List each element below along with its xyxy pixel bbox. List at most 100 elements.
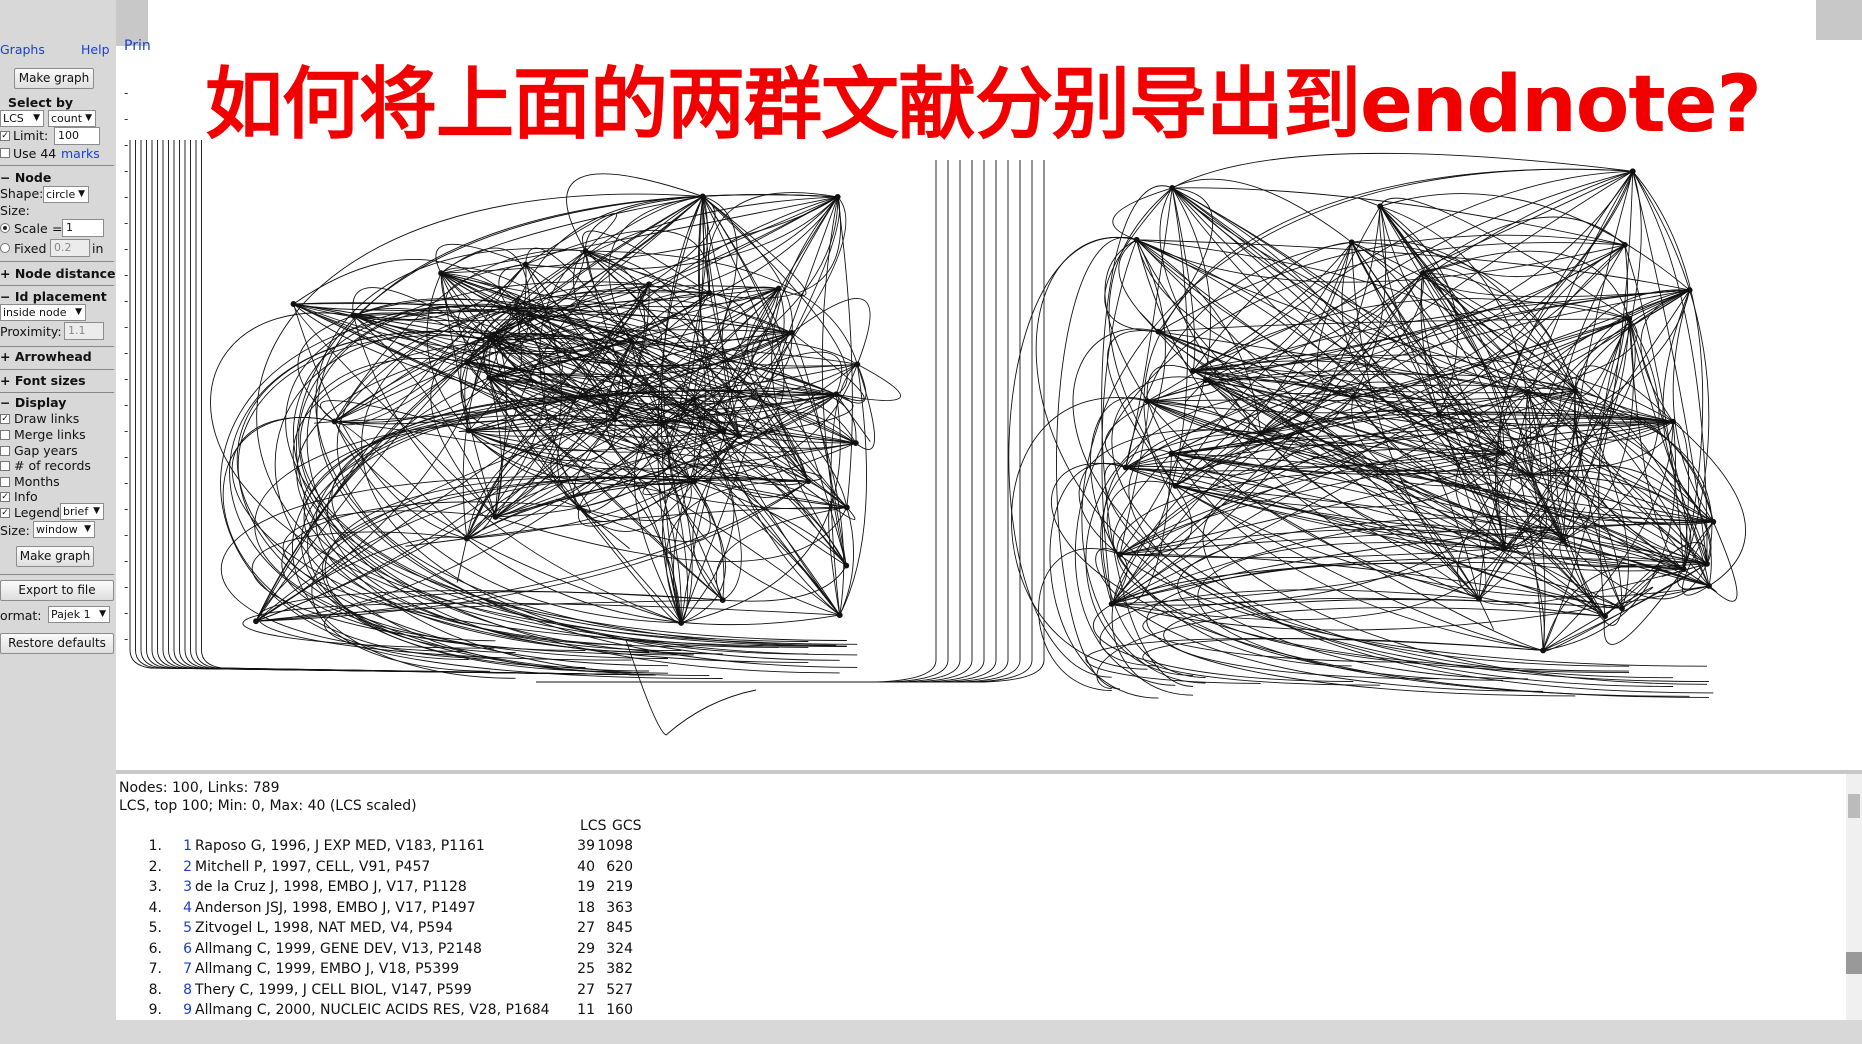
help-menu-link[interactable]: Help (81, 42, 110, 57)
network-node[interactable] (611, 416, 618, 423)
display-section-header[interactable]: − Display (0, 395, 66, 410)
network-node[interactable] (690, 396, 697, 403)
scale-input[interactable]: 1 (62, 219, 104, 237)
network-node[interactable] (843, 504, 850, 511)
fixed-radio[interactable] (0, 243, 10, 253)
record-link[interactable]: 6 (170, 939, 192, 959)
network-node[interactable] (659, 420, 665, 426)
make-graph-button-top[interactable]: Make graph (14, 68, 94, 89)
network-node[interactable] (854, 361, 861, 368)
network-node[interactable] (1670, 418, 1677, 425)
id-placement-select[interactable]: inside node ▼ (0, 304, 86, 321)
network-node[interactable] (1257, 430, 1264, 437)
network-node[interactable] (775, 285, 782, 292)
network-node[interactable] (691, 478, 698, 485)
network-node[interactable] (1190, 367, 1197, 374)
network-node[interactable] (582, 248, 589, 255)
proximity-input[interactable]: 1.1 (64, 322, 104, 340)
fixed-input[interactable]: 0.2 (50, 239, 90, 257)
info-checkbox[interactable]: ✓ (0, 492, 10, 502)
network-node[interactable] (736, 433, 743, 439)
num-records-checkbox[interactable] (0, 461, 10, 471)
network-node[interactable] (788, 329, 795, 336)
network-node[interactable] (350, 312, 357, 319)
network-node[interactable] (1500, 449, 1507, 456)
network-node[interactable] (1168, 450, 1175, 457)
network-node[interactable] (492, 513, 499, 520)
network-node[interactable] (1122, 464, 1129, 471)
font-sizes-section-header[interactable]: + Font sizes (0, 373, 86, 388)
legend-checkbox[interactable]: ✓ (0, 508, 10, 518)
arrowhead-section-header[interactable]: + Arrowhead (0, 349, 92, 364)
network-node[interactable] (1435, 411, 1442, 418)
record-link[interactable]: 1 (170, 836, 192, 856)
scrollbar-thumb[interactable] (1848, 794, 1860, 818)
legend-select[interactable]: brief ▼ (60, 503, 104, 520)
network-node[interactable] (1117, 551, 1123, 558)
record-link[interactable]: 3 (170, 877, 192, 897)
node-distance-section-header[interactable]: + Node distance (0, 266, 116, 281)
info-scrollbar[interactable] (1846, 774, 1862, 1020)
limit-checkbox[interactable]: ✓ (0, 131, 10, 141)
network-node[interactable] (486, 335, 493, 342)
record-link[interactable]: 4 (170, 898, 192, 918)
network-node[interactable] (836, 612, 843, 619)
network-node[interactable] (1476, 595, 1482, 602)
network-node[interactable] (628, 338, 635, 345)
scale-radio[interactable] (0, 223, 10, 233)
network-node[interactable] (843, 562, 850, 569)
network-node[interactable] (665, 449, 671, 456)
record-link[interactable]: 2 (170, 857, 192, 877)
network-node[interactable] (1144, 398, 1151, 405)
record-link[interactable]: 8 (170, 980, 192, 1000)
network-node[interactable] (1621, 241, 1628, 248)
network-node[interactable] (1602, 613, 1608, 620)
limit-input[interactable]: 100 (54, 127, 100, 145)
restore-defaults-button[interactable]: Restore defaults (0, 633, 114, 654)
record-link[interactable]: 9 (170, 1000, 192, 1020)
network-node[interactable] (1560, 537, 1567, 544)
merge-links-checkbox[interactable] (0, 430, 10, 440)
id-placement-section-header[interactable]: − Id placement (0, 289, 107, 304)
network-node[interactable] (699, 193, 706, 200)
network-node[interactable] (290, 301, 297, 307)
network-node[interactable] (834, 193, 841, 200)
node-section-header[interactable]: − Node (0, 170, 51, 185)
network-node[interactable] (1525, 388, 1532, 395)
network-node[interactable] (719, 428, 726, 434)
network-node[interactable] (1686, 287, 1693, 294)
network-node[interactable] (527, 311, 534, 318)
network-node[interactable] (438, 270, 445, 277)
network-node[interactable] (576, 504, 583, 511)
network-node[interactable] (1419, 270, 1426, 277)
network-node[interactable] (805, 478, 812, 485)
network-node[interactable] (253, 618, 259, 625)
network-node[interactable] (646, 281, 652, 288)
format-select[interactable]: Pajek 1 ▼ (48, 606, 110, 623)
export-to-file-button[interactable]: Export to file (0, 580, 114, 601)
network-node[interactable] (1706, 582, 1712, 589)
network-node[interactable] (1680, 566, 1687, 573)
network-node[interactable] (1133, 236, 1140, 243)
network-node[interactable] (1172, 482, 1179, 489)
network-node[interactable] (464, 358, 471, 365)
shape-select[interactable]: circle ▼ (43, 186, 89, 203)
network-node[interactable] (1155, 328, 1162, 335)
network-node[interactable] (465, 427, 472, 434)
network-node[interactable] (1629, 168, 1636, 175)
network-node[interactable] (852, 440, 859, 447)
network-node[interactable] (1572, 387, 1579, 394)
network-node[interactable] (512, 306, 519, 312)
network-node[interactable] (1540, 647, 1547, 654)
network-node[interactable] (463, 535, 470, 542)
network-node[interactable] (1108, 600, 1115, 607)
draw-links-checkbox[interactable]: ✓ (0, 414, 10, 424)
network-node[interactable] (1626, 315, 1633, 322)
marks-link[interactable]: marks (61, 146, 100, 161)
network-node[interactable] (522, 261, 529, 268)
network-node[interactable] (719, 597, 726, 604)
make-graph-button[interactable]: Make graph (16, 546, 94, 567)
network-node[interactable] (1350, 393, 1357, 400)
metric-select[interactable]: LCS ▼ (0, 110, 44, 127)
network-node[interactable] (678, 619, 685, 626)
